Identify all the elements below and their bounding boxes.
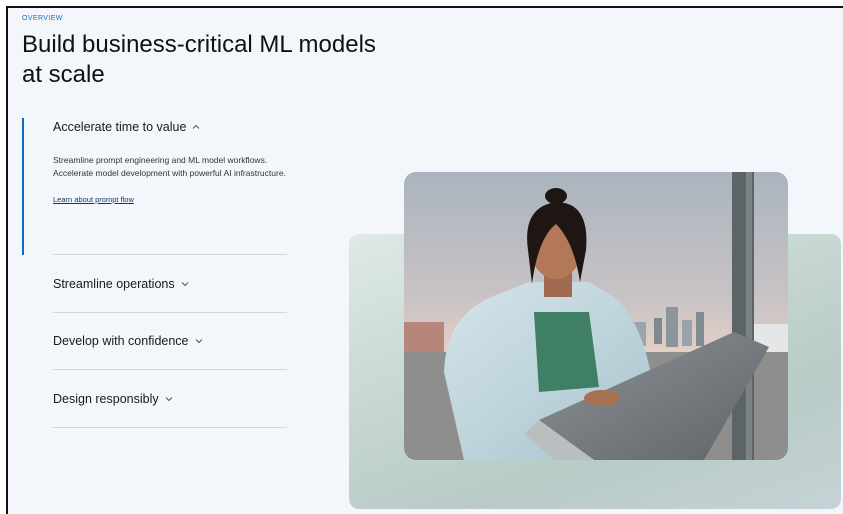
active-item-indicator [22, 118, 24, 255]
accordion-item-confidence: Develop with confidence [53, 334, 287, 348]
hero-photo [404, 172, 788, 460]
window-border-top [6, 6, 843, 8]
accordion-item-streamline: Streamline operations [53, 277, 287, 291]
accordion-header-streamline[interactable]: Streamline operations [53, 277, 287, 291]
accordion-label: Design responsibly [53, 392, 159, 406]
chevron-down-icon [165, 397, 172, 402]
accordion-divider [53, 369, 287, 370]
accordion-label: Streamline operations [53, 277, 175, 291]
accordion-header-responsibly[interactable]: Design responsibly [53, 392, 287, 406]
accordion-divider [53, 254, 287, 255]
page-title: Build business-critical ML models at sca… [22, 31, 376, 88]
accordion-divider [53, 312, 287, 313]
section-eyebrow: OVERVIEW [22, 15, 63, 22]
chevron-up-icon [193, 124, 200, 129]
accordion-item-accelerate: Accelerate time to value Streamline prom… [53, 120, 287, 207]
accordion-label: Develop with confidence [53, 334, 189, 348]
page: OVERVIEW Build business-critical ML mode… [0, 0, 843, 514]
accordion-divider [53, 427, 287, 428]
window-border-left [6, 6, 8, 514]
learn-prompt-flow-link[interactable]: Learn about prompt flow [53, 195, 134, 204]
chevron-down-icon [181, 282, 188, 287]
chevron-down-icon [195, 339, 202, 344]
accordion-body-text: Streamline prompt engineering and ML mod… [53, 155, 286, 178]
accordion-header-confidence[interactable]: Develop with confidence [53, 334, 287, 348]
accordion-label: Accelerate time to value [53, 120, 187, 134]
hero-photo-woman-with-laptop [404, 172, 788, 460]
accordion-item-responsibly: Design responsibly [53, 392, 287, 406]
accordion-header-accelerate[interactable]: Accelerate time to value [53, 120, 287, 134]
